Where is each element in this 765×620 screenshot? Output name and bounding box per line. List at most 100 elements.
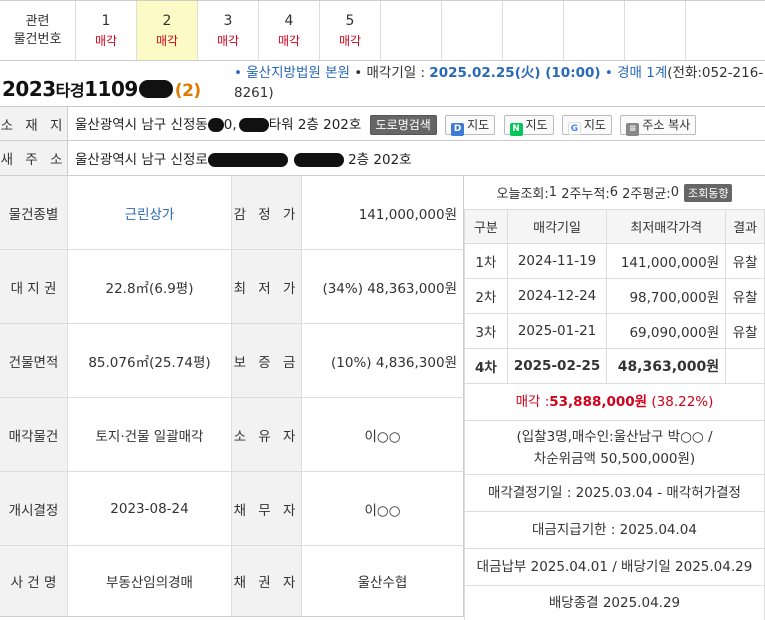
detail-label: 매각물건 [0, 398, 68, 471]
owner-value: 이○○ [302, 398, 464, 471]
new-address-part-b: 2층 202호 [348, 152, 412, 168]
google-map-label: 지도 [583, 117, 606, 132]
history-row-current: 4차 2025-02-25 48,363,000원 [464, 348, 765, 384]
location-label: 소 재 지 [0, 107, 68, 140]
today-views: 1 [548, 185, 558, 200]
deposit-value: (10%) 4,836,300원 [302, 324, 464, 397]
location-value: 울산광역시 남구 신정동 0, 타워 2층 202호 도로명검색 D 지도 N 지도 G… [68, 113, 697, 136]
related-item-number: 1 [101, 12, 111, 29]
related-item-2[interactable]: 2 매각 [137, 1, 198, 60]
redaction-mark [207, 117, 224, 132]
daum-icon: D [451, 122, 465, 136]
court-link[interactable]: 울산지방법원 본원 [246, 65, 350, 81]
two-week-total-label: 2주누적: [561, 187, 610, 202]
two-week-avg: 0 [670, 185, 679, 200]
history-row: 3차 2025-01-21 69,090,000원 유찰 [464, 313, 765, 349]
detail-label: 물건종별 [0, 176, 68, 249]
related-empty-cell [503, 1, 564, 60]
related-item-number: 5 [345, 12, 355, 29]
building-area-value: 85.076㎡(25.74평) [68, 324, 232, 397]
dept-link[interactable]: 경매 1계 [617, 65, 667, 81]
case-info: • 울산지방법원 본원 • 매각기일 : 2025.02.25(火) (10:0… [234, 63, 764, 103]
related-item-number: 4 [284, 12, 294, 29]
bid-info: (입찰3명,매수인:울산남구 박○○ / 차순위금액 50,500,000원) [464, 421, 765, 475]
new-address-row: 새 주 소 울산광역시 남구 신정로 2층 202호 [0, 140, 765, 175]
detail-row: 사 건 명 부동산임의경매 채 권 자 울산수협 [0, 546, 464, 617]
detail-label: 건물면적 [0, 324, 68, 397]
road-search-button[interactable]: 도로명검색 [369, 114, 437, 135]
case-header: 2023타경1109 (2) • 울산지방법원 본원 • 매각기일 : 2025.… [0, 61, 765, 106]
land-right-value: 22.8㎡(6.9평) [68, 250, 232, 323]
sale-decision: 매각결정기일 : 2025.03.04 - 매각허가결정 [464, 475, 765, 512]
sale-amount: 53,888,000원 [549, 394, 648, 410]
history-price: 98,700,000원 [606, 278, 727, 314]
history-result: 유찰 [725, 278, 765, 314]
case-type: 타경 [55, 81, 85, 100]
history-round: 1차 [464, 243, 508, 279]
related-item-status: 매각 [338, 33, 362, 48]
detail-label: 최 저 가 [232, 250, 302, 323]
google-map-button[interactable]: G 지도 [561, 114, 612, 135]
history-result: 유찰 [725, 243, 765, 279]
related-empty-cell [564, 1, 625, 60]
related-item-5[interactable]: 5 매각 [320, 1, 381, 60]
history-round: 4차 [464, 348, 508, 384]
payment-deadline: 대금지급기한 : 2025.04.04 [464, 512, 765, 549]
redaction-mark [238, 117, 269, 132]
dept-bullet: • [604, 65, 613, 81]
history-price: 141,000,000원 [606, 243, 727, 279]
related-item-status: 매각 [216, 33, 240, 48]
two-week-avg-label: 2주평균: [622, 187, 671, 202]
redaction-mark [207, 153, 288, 167]
detail-row: 개시결정 2023-08-24 채 무 자 이○○ [0, 472, 464, 546]
bid-info-line1: (입찰3명,매수인:울산남구 박○○ / [516, 428, 713, 445]
naver-map-label: 지도 [525, 117, 548, 132]
related-empty-cell [442, 1, 503, 60]
start-decision-value: 2023-08-24 [68, 472, 232, 545]
copy-address-button[interactable]: ≡ 주소 복사 [620, 114, 697, 136]
property-type-link[interactable]: 근린상가 [68, 176, 232, 249]
related-empty-cell [381, 1, 442, 60]
detail-row: 건물면적 85.076㎡(25.74평) 보 증 금 (10%) 4,836,3… [0, 324, 464, 398]
today-views-label: 오늘조회: [496, 187, 549, 202]
new-address-part-a: 울산광역시 남구 신정로 [75, 152, 208, 168]
redaction-mark [138, 80, 173, 98]
court-bullet: • [234, 65, 242, 81]
debtor-value: 이○○ [302, 472, 464, 545]
daum-map-button[interactable]: D 지도 [445, 114, 496, 136]
related-item-3[interactable]: 3 매각 [198, 1, 259, 60]
detail-label: 보 증 금 [232, 324, 302, 397]
view-trend-button[interactable]: 조회동향 [683, 183, 733, 202]
new-address-label: 새 주 소 [0, 141, 68, 175]
related-item-1[interactable]: 1 매각 [76, 1, 137, 60]
related-item-4[interactable]: 4 매각 [259, 1, 320, 60]
detail-label: 사 건 명 [0, 546, 68, 616]
history-round: 3차 [464, 313, 508, 349]
payment-and-dividend: 대금납부 2025.04.01 / 배당기일 2025.04.29 [464, 549, 765, 586]
two-week-total: 6 [609, 185, 619, 200]
sale-object-value: 토지·건물 일괄매각 [68, 398, 232, 471]
history-date: 2025-01-21 [506, 313, 608, 349]
detail-row: 대 지 권 22.8㎡(6.9평) 최 저 가 (34%) 48,363,000… [0, 250, 464, 324]
history-row: 1차 2024-11-19 141,000,000원 유찰 [464, 243, 765, 279]
naver-map-button[interactable]: N 지도 [503, 114, 554, 136]
history-date: 2024-12-24 [506, 278, 608, 314]
property-details-table: 물건종별 근린상가 감 정 가 141,000,000원 대 지 권 22.8㎡… [0, 175, 464, 617]
case-year: 2023 [2, 77, 56, 101]
related-label-line2: 물건번호 [13, 31, 62, 47]
history-header-row: 구분 매각기일 최저매각가격 결과 [464, 209, 765, 244]
case-num: 1109 [84, 77, 138, 101]
detail-label: 채 권 자 [232, 546, 302, 616]
history-round: 2차 [464, 278, 508, 314]
sale-ratio: (38.22%) [651, 394, 714, 410]
sale-label: 매각 : [515, 394, 550, 410]
history-result: 유찰 [725, 313, 765, 349]
history-header: 매각기일 [506, 209, 608, 244]
appraisal-value: 141,000,000원 [302, 176, 464, 249]
view-stats: 오늘조회: 1 2주누적: 6 2주평균: 0 조회동향 [464, 176, 765, 209]
dividend-end: 배당종결 2025.04.29 [464, 586, 765, 620]
detail-label: 소 유 자 [232, 398, 302, 471]
history-header: 최저매각가격 [606, 209, 727, 244]
related-label-line1: 관련 [25, 13, 50, 29]
detail-label: 채 무 자 [232, 472, 302, 545]
